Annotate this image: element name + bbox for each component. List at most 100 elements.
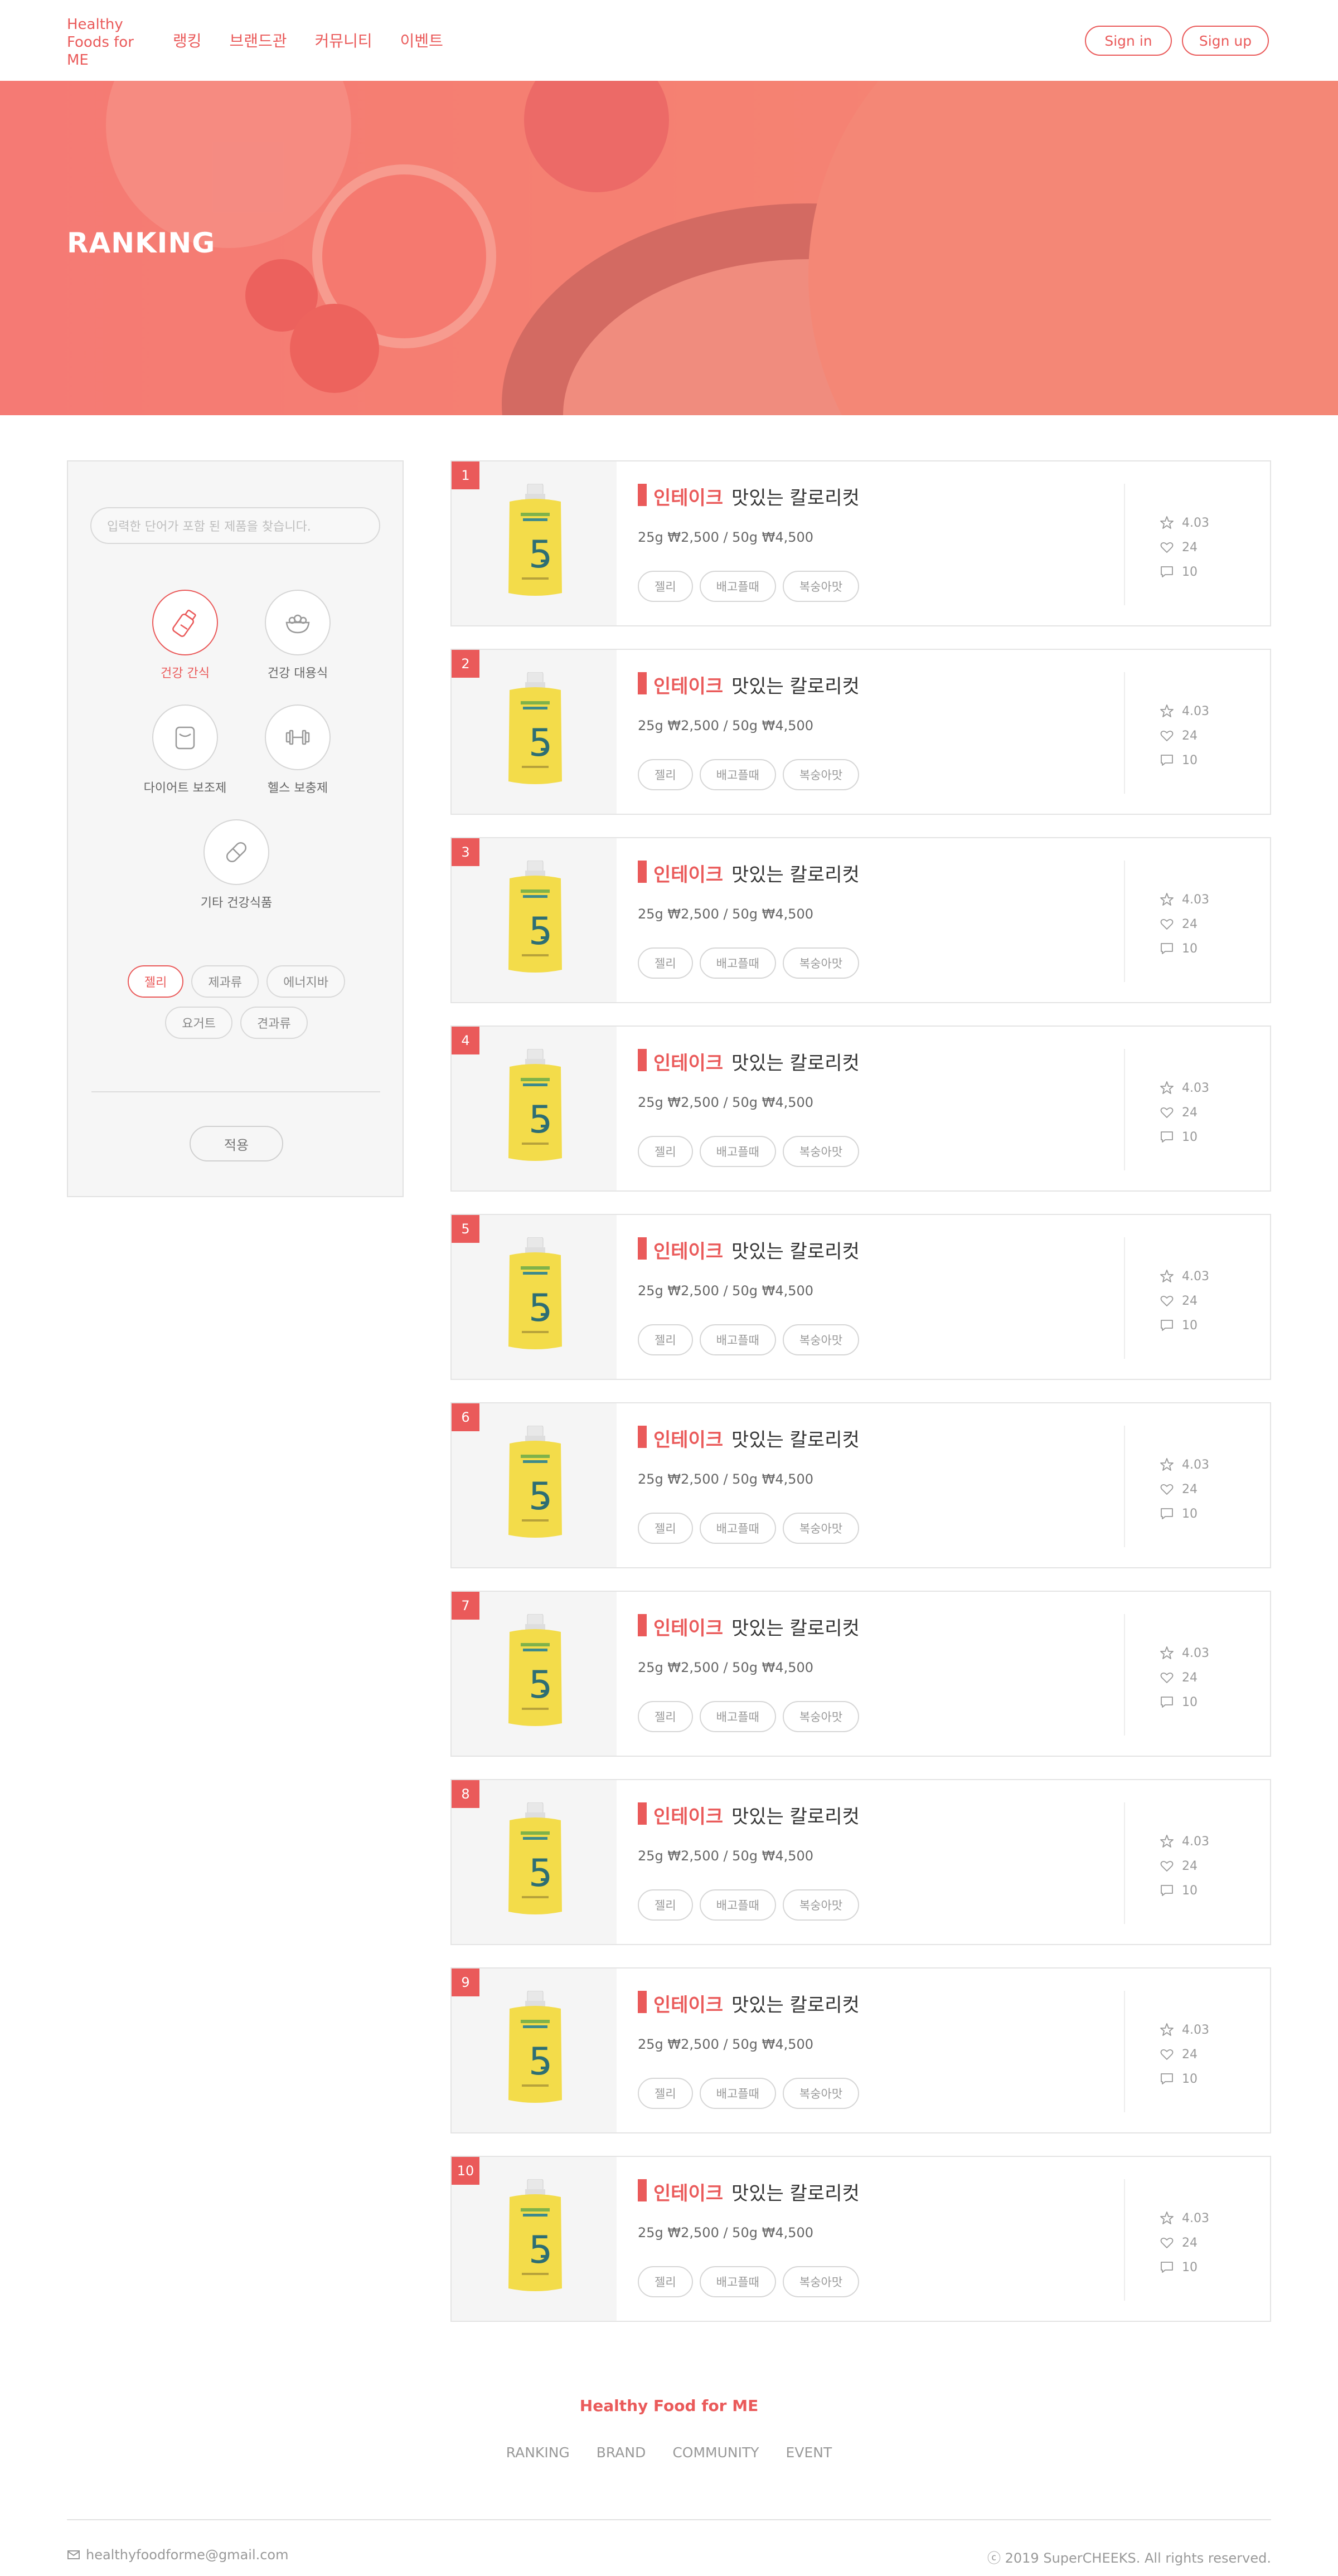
product-tag[interactable]: 젤리 [638,1889,693,1921]
product-tag[interactable]: 젤리 [638,1513,693,1544]
chip-jelly[interactable]: 젤리 [127,965,184,998]
comments-stat[interactable]: 10 [1160,1313,1209,1338]
product-card[interactable]: 1 5 인테이크 맛있는 칼로리컷 25g ₩2,500 / 50g ₩4,50… [450,460,1271,626]
product-tag[interactable]: 젤리 [638,759,693,790]
product-name[interactable]: 맛있는 칼로리컷 [731,2178,860,2205]
product-card[interactable]: 8 5 인테이크 맛있는 칼로리컷 25g ₩2,500 / 50g ₩4,50… [450,1779,1271,1945]
product-brand[interactable]: 인테이크 [653,671,723,698]
product-card[interactable]: 2 5 인테이크 맛있는 칼로리컷 25g ₩2,500 / 50g ₩4,50… [450,649,1271,815]
product-brand[interactable]: 인테이크 [653,483,723,510]
product-tag[interactable]: 복숭아맛 [782,759,860,790]
category-other-health-food[interactable]: 기타 건강식품 [175,819,298,911]
product-brand[interactable]: 인테이크 [653,859,723,887]
comments-stat[interactable]: 10 [1160,936,1209,961]
search-input[interactable]: 입력한 단어가 포함 된 제품을 찾습니다. [90,507,380,544]
product-tag[interactable]: 젤리 [638,1701,693,1732]
likes-stat[interactable]: 24 [1160,1854,1209,1878]
likes-stat[interactable]: 24 [1160,2230,1209,2255]
nav-brand[interactable]: 브랜드관 [230,29,287,51]
product-tag[interactable]: 복숭아맛 [782,2266,860,2297]
product-tag[interactable]: 배고플때 [699,1324,776,1355]
product-name[interactable]: 맛있는 칼로리컷 [731,1990,860,2017]
product-tag[interactable]: 복숭아맛 [782,1136,860,1167]
product-tag[interactable]: 배고플때 [699,1889,776,1921]
category-fitness-supplement[interactable]: 헬스 보충제 [236,704,359,796]
product-brand[interactable]: 인테이크 [653,1236,723,1263]
product-tag[interactable]: 배고플때 [699,1513,776,1544]
likes-stat[interactable]: 24 [1160,1289,1209,1313]
comments-stat[interactable]: 10 [1160,1125,1209,1149]
product-thumbnail[interactable]: 3 5 [452,838,617,1002]
comments-stat[interactable]: 10 [1160,2067,1209,2091]
footer-link-event[interactable]: EVENT [786,2444,832,2461]
product-tag[interactable]: 복숭아맛 [782,2078,860,2109]
category-healthy-snack[interactable]: 건강 간식 [124,590,246,681]
product-thumbnail[interactable]: 8 5 [452,1780,617,1944]
chip-nuts[interactable]: 견과류 [240,1007,308,1039]
category-meal-replacement[interactable]: 건강 대용식 [236,590,359,681]
product-name[interactable]: 맛있는 칼로리컷 [731,1425,860,1452]
product-name[interactable]: 맛있는 칼로리컷 [731,483,860,510]
product-tag[interactable]: 배고플때 [699,947,776,979]
comments-stat[interactable]: 10 [1160,560,1209,584]
footer-link-brand[interactable]: BRAND [597,2444,646,2461]
product-thumbnail[interactable]: 6 5 [452,1403,617,1567]
product-name[interactable]: 맛있는 칼로리컷 [731,1613,860,1640]
product-tag[interactable]: 젤리 [638,1136,693,1167]
product-card[interactable]: 7 5 인테이크 맛있는 칼로리컷 25g ₩2,500 / 50g ₩4,50… [450,1591,1271,1757]
product-thumbnail[interactable]: 2 5 [452,650,617,814]
comments-stat[interactable]: 10 [1160,1690,1209,1714]
likes-stat[interactable]: 24 [1160,1477,1209,1501]
nav-event[interactable]: 이벤트 [400,29,443,51]
footer-email[interactable]: healthyfoodforme@gmail.com [67,2547,289,2563]
product-brand[interactable]: 인테이크 [653,1048,723,1075]
product-name[interactable]: 맛있는 칼로리컷 [731,671,860,698]
product-tag[interactable]: 복숭아맛 [782,1701,860,1732]
product-name[interactable]: 맛있는 칼로리컷 [731,859,860,887]
comments-stat[interactable]: 10 [1160,748,1209,772]
product-thumbnail[interactable]: 5 5 [452,1215,617,1379]
product-tag[interactable]: 배고플때 [699,1136,776,1167]
product-thumbnail[interactable]: 9 5 [452,1969,617,2132]
product-tag[interactable]: 젤리 [638,2078,693,2109]
product-brand[interactable]: 인테이크 [653,1613,723,1640]
likes-stat[interactable]: 24 [1160,1665,1209,1690]
product-name[interactable]: 맛있는 칼로리컷 [731,1801,860,1829]
product-tag[interactable]: 복숭아맛 [782,1324,860,1355]
site-logo[interactable]: Healthy Foods for ME [67,16,145,69]
product-thumbnail[interactable]: 7 5 [452,1592,617,1756]
nav-community[interactable]: 커뮤니티 [315,29,372,51]
likes-stat[interactable]: 24 [1160,1100,1209,1125]
likes-stat[interactable]: 24 [1160,912,1209,936]
footer-link-ranking[interactable]: RANKING [506,2444,570,2461]
chip-energy-bar[interactable]: 에너지바 [266,965,346,998]
product-brand[interactable]: 인테이크 [653,1801,723,1829]
product-tag[interactable]: 배고플때 [699,2266,776,2297]
product-tag[interactable]: 젤리 [638,947,693,979]
likes-stat[interactable]: 24 [1160,723,1209,748]
likes-stat[interactable]: 24 [1160,535,1209,560]
product-card[interactable]: 10 5 인테이크 맛있는 칼로리컷 25g ₩2,500 / 50g ₩4,5… [450,2156,1271,2322]
product-card[interactable]: 4 5 인테이크 맛있는 칼로리컷 25g ₩2,500 / 50g ₩4,50… [450,1025,1271,1192]
product-tag[interactable]: 복숭아맛 [782,571,860,602]
product-tag[interactable]: 배고플때 [699,759,776,790]
product-thumbnail[interactable]: 10 5 [452,2157,617,2321]
product-card[interactable]: 3 5 인테이크 맛있는 칼로리컷 25g ₩2,500 / 50g ₩4,50… [450,837,1271,1003]
product-tag[interactable]: 복숭아맛 [782,947,860,979]
product-brand[interactable]: 인테이크 [653,1990,723,2017]
sign-up-button[interactable]: Sign up [1182,26,1269,56]
product-tag[interactable]: 젤리 [638,2266,693,2297]
product-tag[interactable]: 복숭아맛 [782,1513,860,1544]
likes-stat[interactable]: 24 [1160,2042,1209,2067]
product-tag[interactable]: 배고플때 [699,2078,776,2109]
product-brand[interactable]: 인테이크 [653,2178,723,2205]
footer-link-community[interactable]: COMMUNITY [672,2444,759,2461]
category-diet-supplement[interactable]: 다이어트 보조제 [124,704,246,796]
apply-button[interactable]: 적용 [190,1126,283,1161]
product-name[interactable]: 맛있는 칼로리컷 [731,1048,860,1075]
product-card[interactable]: 6 5 인테이크 맛있는 칼로리컷 25g ₩2,500 / 50g ₩4,50… [450,1402,1271,1568]
product-card[interactable]: 9 5 인테이크 맛있는 칼로리컷 25g ₩2,500 / 50g ₩4,50… [450,1967,1271,2133]
comments-stat[interactable]: 10 [1160,2255,1209,2279]
chip-yogurt[interactable]: 요거트 [165,1007,232,1039]
comments-stat[interactable]: 10 [1160,1878,1209,1903]
